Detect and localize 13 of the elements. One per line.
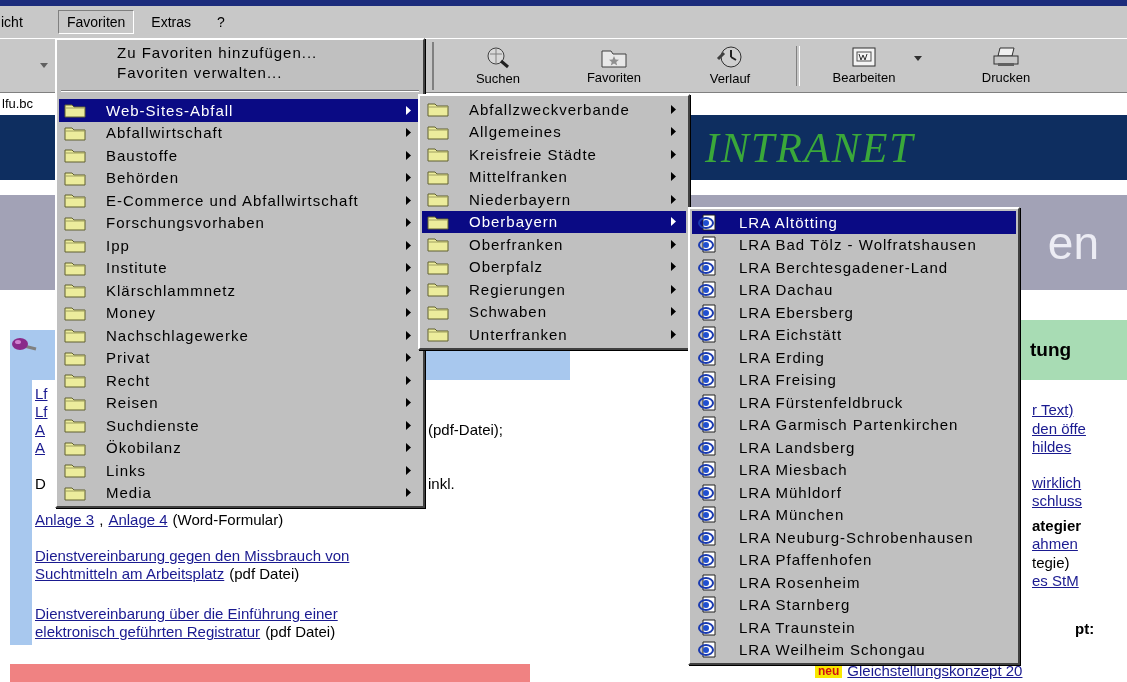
text-label: (pdf Datei) — [265, 623, 336, 641]
text-label: (pdf Datei) — [229, 565, 300, 583]
text-label: D — [35, 475, 46, 493]
category-heading: ategier — [1032, 516, 1082, 534]
page-heading: en — [1047, 215, 1099, 270]
text-label: , — [99, 511, 104, 529]
text-label: inkl. — [428, 475, 455, 493]
section-heading: tung — [1030, 339, 1072, 361]
site-title: INTRANET — [705, 123, 915, 172]
text-label: tegie) — [1032, 553, 1070, 571]
text-label: (pdf-Datei); — [428, 421, 504, 439]
category-heading: pt: — [1075, 619, 1095, 637]
text-label: (Word-Formular) — [172, 511, 284, 529]
